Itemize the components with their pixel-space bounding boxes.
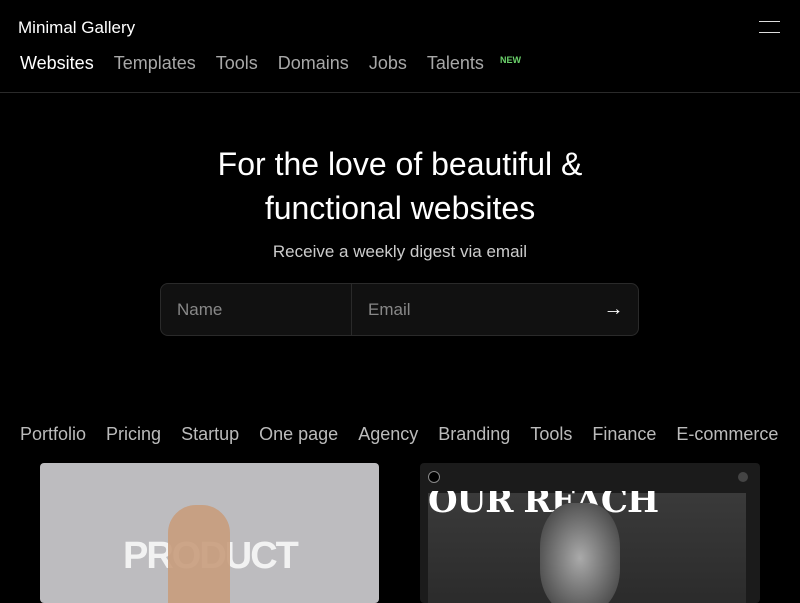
category-tools[interactable]: Tools — [530, 424, 572, 445]
hero-title: For the love of beautiful & functional we… — [0, 142, 800, 230]
nav-websites[interactable]: Websites — [20, 53, 94, 74]
site-logo-icon — [428, 471, 440, 483]
category-portfolio[interactable]: Portfolio — [20, 424, 86, 445]
hero-title-line1: For the love of beautiful & — [217, 146, 583, 182]
category-ecommerce[interactable]: E-commerce — [676, 424, 778, 445]
sculpture-image — [540, 503, 620, 603]
email-input[interactable] — [352, 284, 589, 335]
category-finance[interactable]: Finance — [592, 424, 656, 445]
hand-image — [168, 505, 230, 603]
nav-talents[interactable]: Talents — [427, 53, 484, 74]
new-badge: NEW — [500, 55, 521, 65]
menu-dot-icon — [738, 472, 748, 482]
category-branding[interactable]: Branding — [438, 424, 510, 445]
gallery-card-product[interactable]: PRODUCT — [40, 463, 379, 603]
category-filter: Portfolio Pricing Startup One page Agenc… — [20, 424, 778, 445]
hamburger-menu-icon[interactable] — [759, 21, 780, 35]
site-logo[interactable]: Minimal Gallery — [18, 18, 135, 38]
category-agency[interactable]: Agency — [358, 424, 418, 445]
name-input[interactable] — [161, 284, 352, 335]
hero-subtitle: Receive a weekly digest via email — [272, 242, 528, 261]
nav-tools[interactable]: Tools — [216, 53, 258, 74]
gallery-card-our-reach[interactable]: OUR REACH — [420, 463, 760, 603]
category-pricing[interactable]: Pricing — [106, 424, 161, 445]
submit-arrow-icon[interactable]: → — [589, 284, 638, 335]
newsletter-form: → — [160, 283, 639, 336]
nav-templates[interactable]: Templates — [114, 53, 196, 74]
nav-domains[interactable]: Domains — [278, 53, 349, 74]
hero-title-line2: functional websites — [264, 190, 536, 226]
category-one-page[interactable]: One page — [259, 424, 338, 445]
category-startup[interactable]: Startup — [181, 424, 239, 445]
header-divider — [0, 92, 800, 93]
nav-jobs[interactable]: Jobs — [369, 53, 407, 74]
main-nav: Websites Templates Tools Domains Jobs Ta… — [20, 53, 484, 74]
